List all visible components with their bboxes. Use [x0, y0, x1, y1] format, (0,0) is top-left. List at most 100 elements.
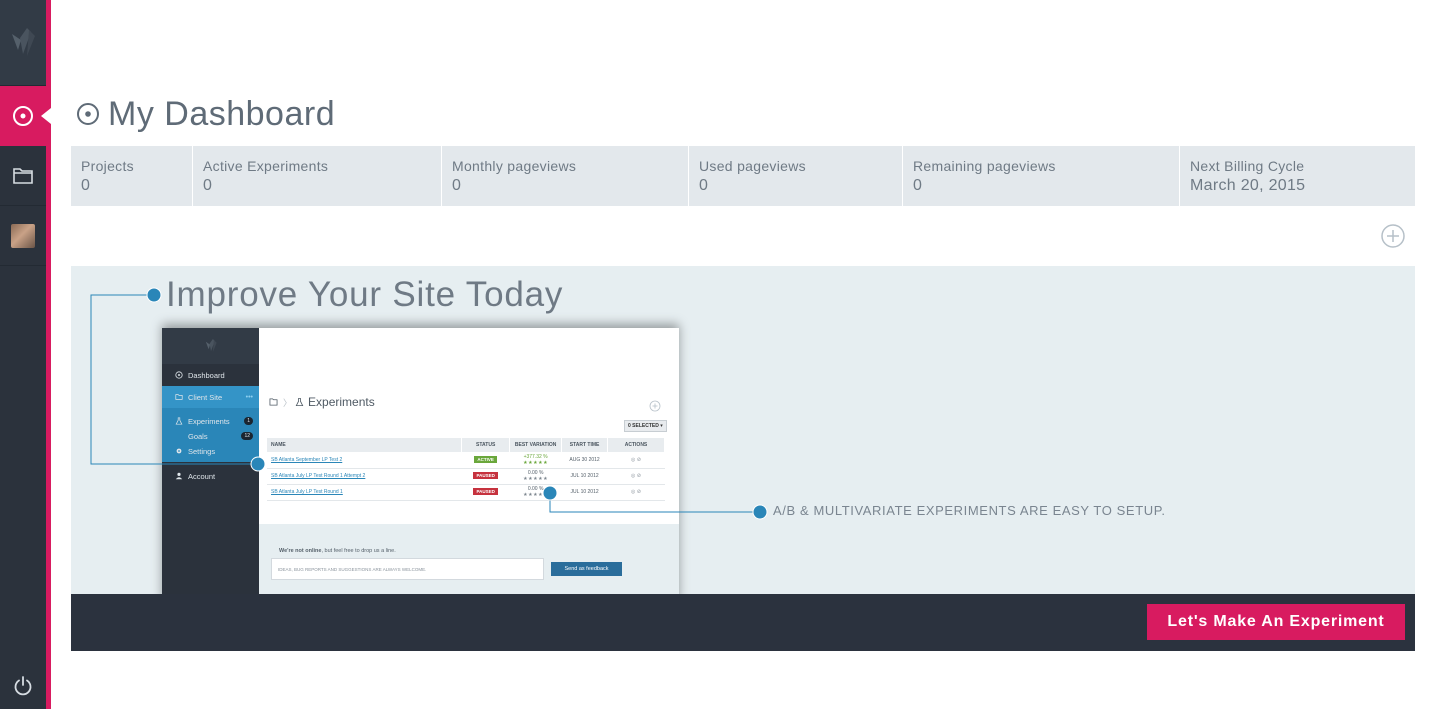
actions-icon: ◎ ⊘	[631, 489, 641, 495]
actions-icon: ◎ ⊘	[631, 473, 641, 479]
column-header: BEST VARIATION	[509, 438, 563, 452]
status-badge: PAUSED	[473, 488, 498, 495]
start-time: JUL 10 2012	[561, 484, 608, 501]
folder-icon	[269, 398, 278, 406]
feedback-message-rest: , but feel free to drop us a line.	[321, 548, 396, 554]
dashboard-icon	[175, 371, 183, 379]
preview-logo	[162, 328, 259, 364]
stat-remaining-pageviews: Remaining pageviews 0	[903, 146, 1180, 206]
dashboard-icon	[13, 106, 33, 126]
stat-label: Monthly pageviews	[452, 158, 577, 174]
preview-nav-experiments: Experiments 1	[162, 415, 259, 427]
gear-icon	[176, 448, 182, 454]
stat-label: Next Billing Cycle	[1190, 158, 1305, 174]
column-header: START TIME	[561, 438, 609, 452]
stat-value: March 20, 2015	[1190, 177, 1306, 194]
preview-nav-account: Account	[162, 470, 259, 482]
experiment-name: SB Atlanta September LP Test 2	[267, 452, 462, 469]
preview-title-text: Experiments	[308, 395, 375, 409]
experiments-preview-screenshot: Dashboard Client Site ••• Experiments 1 …	[162, 328, 679, 604]
preview-nav-label: Dashboard	[188, 370, 225, 380]
column-header: STATUS	[461, 438, 511, 452]
table-row: SB Atlanta July LP Test Round 1 Attempt …	[267, 468, 665, 485]
page-title: My Dashboard	[76, 94, 335, 134]
stat-used-pageviews: Used pageviews 0	[689, 146, 903, 206]
feedback-message-bold: We're not online	[279, 548, 322, 554]
column-header: ACTIONS	[607, 438, 665, 452]
table-row: SB Atlanta July LP Test Round 1 PAUSED 0…	[267, 484, 665, 501]
promo-callout-text: A/B & MULTIVARIATE EXPERIMENTS ARE EASY …	[773, 503, 1166, 518]
sidebar-item-dashboard[interactable]	[0, 86, 51, 146]
preview-nav-label: Experiments	[188, 416, 230, 426]
folder-icon	[13, 167, 33, 184]
breadcrumb-separator: 〉	[283, 397, 293, 408]
preview-experiments-table: NAME STATUS BEST VARIATION START TIME AC…	[267, 438, 665, 501]
more-dots-icon: •••	[245, 393, 253, 401]
send-feedback-button: Send as feedback	[551, 562, 622, 576]
preview-page-title: 〉 Experiments	[269, 395, 375, 409]
stat-next-billing-cycle: Next Billing Cycle March 20, 2015	[1180, 146, 1415, 206]
actions-icon: ◎ ⊘	[631, 456, 641, 463]
flask-icon	[175, 417, 183, 425]
status-badge: ACTIVE	[474, 455, 497, 463]
preview-feedback-panel: We're not online, but feel free to drop …	[259, 524, 679, 604]
experiment-name: SB Atlanta July LP Test Round 1 Attempt …	[267, 468, 462, 485]
stat-label: Used pageviews	[699, 158, 806, 174]
column-header: NAME	[267, 438, 463, 452]
table-header-row: NAME STATUS BEST VARIATION START TIME AC…	[267, 438, 665, 452]
promo-title: Improve Your Site Today	[166, 275, 564, 314]
preview-nav-label: Goals	[188, 431, 208, 441]
start-time: AUG 30 2012	[561, 452, 608, 469]
preview-nav-badge: 12	[241, 432, 253, 440]
sidebar-item-profile[interactable]	[0, 206, 46, 266]
sidebar-item-projects[interactable]	[0, 146, 46, 206]
make-experiment-button[interactable]: Let's Make An Experiment	[1147, 604, 1405, 640]
start-time: JUL 10 2012	[561, 468, 608, 485]
row-actions: ◎ ⊘	[607, 468, 665, 485]
row-actions: ◎ ⊘	[607, 484, 665, 501]
add-icon	[649, 400, 661, 412]
preview-nav-dashboard: Dashboard	[162, 368, 259, 382]
stat-label: Remaining pageviews	[913, 158, 1056, 174]
flask-icon	[295, 397, 304, 407]
power-icon	[14, 676, 32, 696]
preview-main: 〉 Experiments 0 SELECTED ▾ NAME STATUS B…	[259, 328, 679, 604]
preview-nav-label: Settings	[188, 446, 216, 456]
stats-bar: Projects 0 Active Experiments 0 Monthly …	[71, 146, 1415, 206]
preview-nav-label: Client Site	[188, 392, 223, 402]
stat-label: Active Experiments	[203, 158, 329, 174]
preview-nav-client-site: Client Site •••	[162, 390, 259, 404]
user-icon	[175, 472, 183, 480]
add-project-button[interactable]	[1380, 223, 1406, 249]
preview-nav-goals: Goals 12	[162, 430, 259, 442]
stat-value: 0	[81, 177, 91, 194]
power-button[interactable]	[0, 668, 46, 704]
sidebar-accent-bar	[46, 0, 51, 709]
preview-nav-settings: Settings	[162, 445, 259, 457]
row-actions: ◎ ⊘	[607, 452, 665, 469]
feedback-message: We're not online, but feel free to drop …	[279, 548, 396, 554]
status-badge: PAUSED	[473, 472, 498, 479]
table-row: SB Atlanta September LP Test 2 ACTIVE +3…	[267, 452, 665, 469]
folder-icon	[175, 394, 183, 400]
page-title-text: My Dashboard	[108, 94, 336, 133]
stat-monthly-pageviews: Monthly pageviews 0	[442, 146, 689, 206]
dashboard-icon	[77, 103, 99, 125]
stat-label: Projects	[81, 158, 134, 174]
rating-stars-icon: ★★★★★	[523, 476, 549, 482]
experiment-name: SB Atlanta July LP Test Round 1	[267, 484, 462, 501]
stat-active-experiments: Active Experiments 0	[193, 146, 442, 206]
feedback-input: IDEAS, BUG REPORTS AND SUGGESTIONS ARE A…	[271, 558, 544, 580]
preview-selected-dropdown: 0 SELECTED ▾	[624, 420, 667, 432]
stat-projects: Projects 0	[71, 146, 193, 206]
preview-nav-badge: 1	[244, 417, 253, 425]
rating-stars-icon: ★★★★★	[523, 459, 549, 466]
rating-stars-icon: ★★★★★	[523, 492, 549, 498]
stat-value: 0	[203, 177, 213, 194]
stat-value: 0	[452, 177, 462, 194]
avatar	[11, 223, 35, 248]
app-logo[interactable]	[0, 0, 46, 86]
preview-nav-label: Account	[188, 471, 216, 481]
stat-value: 0	[699, 177, 709, 194]
stat-value: 0	[913, 177, 923, 194]
